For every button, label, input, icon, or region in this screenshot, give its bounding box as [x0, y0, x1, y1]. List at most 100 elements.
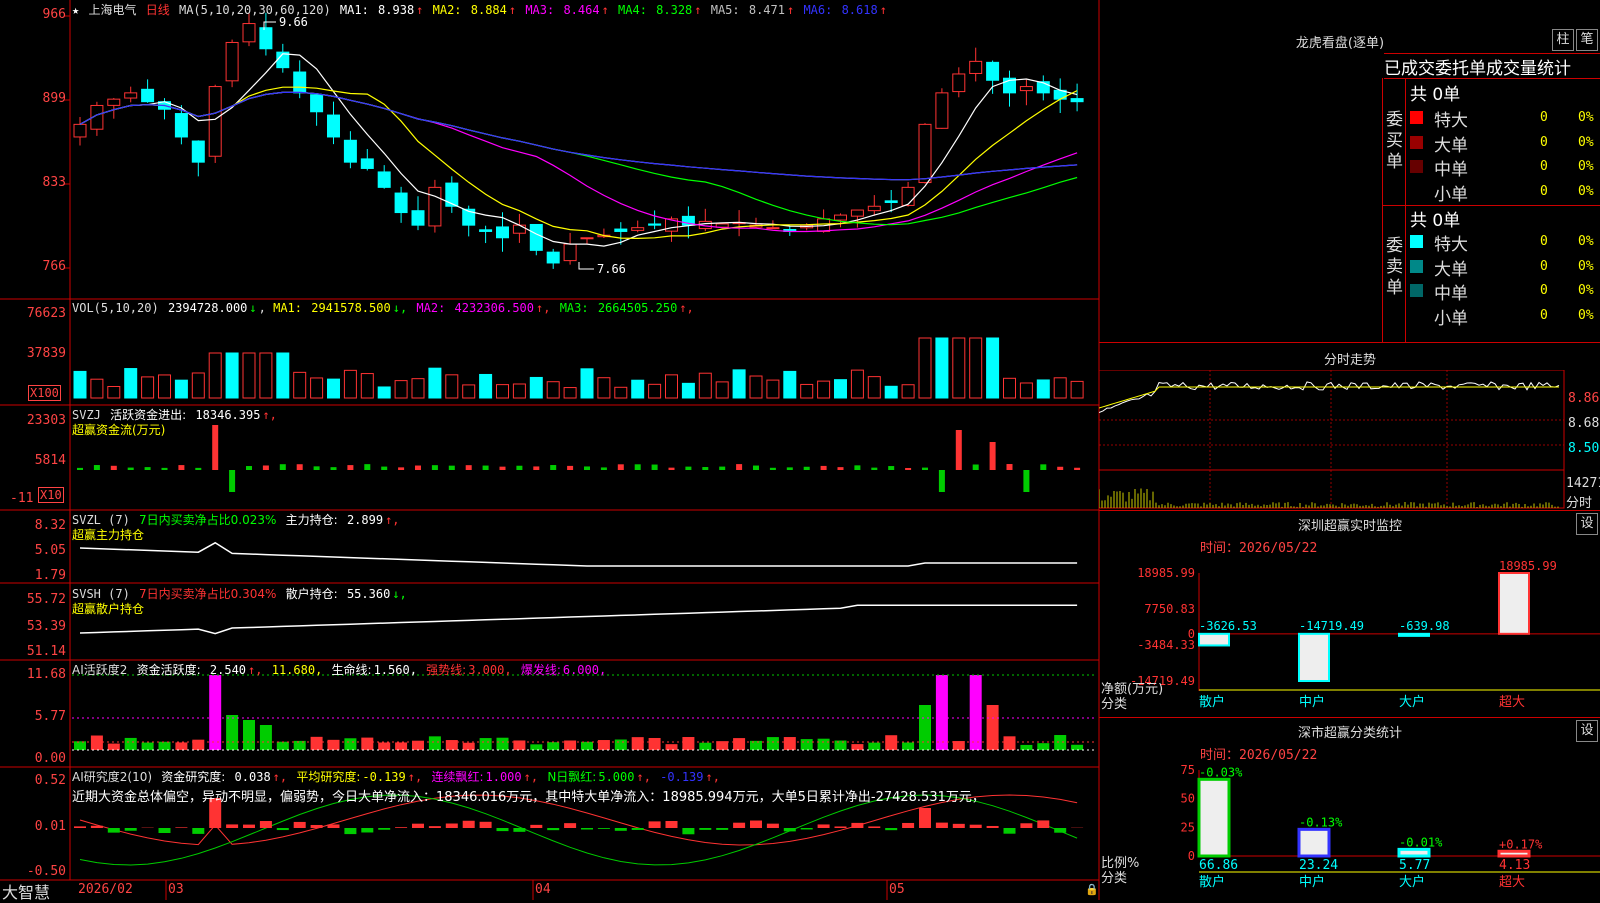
intraday-tick-1: 8.86: [1568, 391, 1599, 406]
ai-research-bar: [851, 823, 863, 828]
volume-bar: [395, 381, 407, 398]
sz-monitor-time-label: 时间：: [1200, 541, 1239, 556]
ai-research-bar: [919, 808, 931, 828]
candle-body: [970, 61, 982, 73]
buy-total: 共 0单: [1410, 80, 1460, 105]
sz-monitor-settings-button[interactable]: 设: [1576, 513, 1598, 535]
sz-class-title: 深市超赢分类统计: [1100, 722, 1600, 741]
volume-bar: [175, 380, 187, 398]
ai-research-bar: [311, 825, 323, 828]
sell-level-count: 0: [1540, 283, 1548, 298]
buy-level-pct: 0%: [1578, 135, 1594, 150]
sell-level-swatch: [1410, 284, 1423, 297]
svsh-subtitle: 超赢散户持仓: [72, 600, 144, 617]
tab-executed[interactable]: 已成交: [1384, 59, 1435, 79]
svzj-bar: [483, 466, 489, 470]
ma1-label: MA1:: [340, 3, 376, 17]
svzl-label: SVZL (7): [72, 513, 130, 527]
ai-research-bar: [581, 828, 593, 830]
research-label: 资金研究度:: [161, 770, 225, 784]
ai-research-bar: [564, 823, 576, 828]
intraday-chart[interactable]: [1099, 370, 1600, 510]
ai-research-bar: [632, 828, 644, 830]
ai-activity-bar: [1004, 736, 1016, 750]
candle-body: [530, 224, 542, 250]
svzj-bar: [195, 468, 201, 470]
candle-body: [581, 238, 593, 239]
volume-bar: [885, 386, 897, 398]
sz-class-chart: 7550250-0.03%66.86散户-0.13%23.24中户-0.01%5…: [1099, 760, 1600, 900]
sz-mon-bar: [1199, 634, 1229, 646]
sz-class-settings-button[interactable]: 设: [1576, 720, 1598, 742]
ai-activity-bar: [547, 742, 559, 750]
candle-body: [902, 187, 914, 205]
ai-tick-2: 5.77: [0, 709, 66, 724]
sz-mon-ytick: 7750.83: [1144, 602, 1195, 616]
main-chart-svg[interactable]: [0, 0, 1100, 900]
ai-activity-bar: [1037, 743, 1049, 750]
research-arrow: ↑,: [273, 770, 287, 784]
vol-ma3-label: MA3:: [560, 301, 596, 315]
volume-bar: [412, 379, 424, 398]
period-label[interactable]: 日线: [146, 3, 170, 17]
strong-line-label: 强势线:: [426, 663, 466, 677]
sz-monitor-title: 深圳超赢实时监控: [1100, 515, 1600, 534]
svzj-tick-2: 5814: [0, 453, 66, 468]
ai-research-bar: [666, 821, 678, 828]
candle-body: [480, 230, 492, 232]
sz-cls-value: 66.86: [1199, 858, 1238, 873]
x-label-apr: 04: [535, 882, 551, 897]
svzj-bar: [702, 467, 708, 470]
tab-volume[interactable]: 成交量: [1486, 59, 1537, 79]
buy-level-swatch: [1410, 160, 1423, 173]
ai-activity-bar: [344, 738, 356, 750]
brand-logo: 大智慧: [2, 879, 50, 903]
vol-ma1-value: 2941578.500: [311, 301, 390, 315]
sz-mon-ytick: 18985.99: [1137, 566, 1195, 580]
longhu-border-left: [1382, 78, 1383, 343]
svzl-arrow: ↑,: [385, 513, 399, 527]
tab-stats[interactable]: 统计: [1537, 59, 1571, 79]
svzj-label: SVZJ: [72, 408, 101, 422]
pen-mode-button[interactable]: 笔: [1576, 29, 1598, 51]
volume-bar: [767, 380, 779, 398]
ai-research-bar: [243, 825, 255, 828]
svzl-tick-3: 1.79: [0, 568, 66, 583]
svzj-bar: [922, 468, 928, 470]
lock-icon[interactable]: 🔒: [1085, 883, 1099, 896]
vol-ma2-value: 4232306.500: [455, 301, 534, 315]
sz-cls-ytick: 75: [1181, 763, 1195, 777]
ai-research-bar: [1020, 823, 1032, 828]
tab-orders[interactable]: 委托单: [1435, 59, 1486, 79]
ai-activity-bar: [1054, 735, 1066, 750]
sz-mon-value: 18985.99: [1499, 559, 1557, 573]
ai-activity-bar: [192, 740, 204, 750]
ai-activity-value: 2.540: [210, 663, 246, 677]
bar-mode-button[interactable]: 柱: [1552, 29, 1574, 51]
ai-research-bar: [108, 828, 120, 833]
svzj-bar: [804, 467, 810, 470]
burst-line-label: 爆发线:: [521, 663, 561, 677]
star-icon[interactable]: ★: [72, 3, 79, 17]
sz-mon-value: -639.98: [1399, 619, 1450, 633]
volume-bar: [1020, 383, 1032, 398]
buy-level-count: 0: [1540, 135, 1548, 150]
candle-body: [919, 124, 931, 182]
ai-research-bar: [125, 828, 137, 831]
sz-mon-ytick: -3484.33: [1137, 638, 1195, 652]
svzj-bar: [1074, 468, 1080, 470]
volume-bar: [632, 380, 644, 398]
ai-activity-bar: [226, 715, 238, 750]
ai-activity-bar: [682, 737, 694, 750]
volume-bar: [91, 379, 103, 398]
longhu-tabs: 已成交委托单成交量统计: [1384, 53, 1600, 79]
vol-arrow: ↓: [249, 301, 256, 315]
ai-research-bar: [936, 823, 948, 828]
ai-activity-bar: [919, 705, 931, 750]
vol-ma2-arrow: ↑,: [536, 301, 558, 315]
volume-bar: [530, 377, 542, 398]
svzj-bar: [415, 466, 421, 470]
longhu-inner-border: [1405, 78, 1406, 343]
sz-mon-category: 超大: [1499, 695, 1525, 710]
volume-bar: [311, 378, 323, 398]
